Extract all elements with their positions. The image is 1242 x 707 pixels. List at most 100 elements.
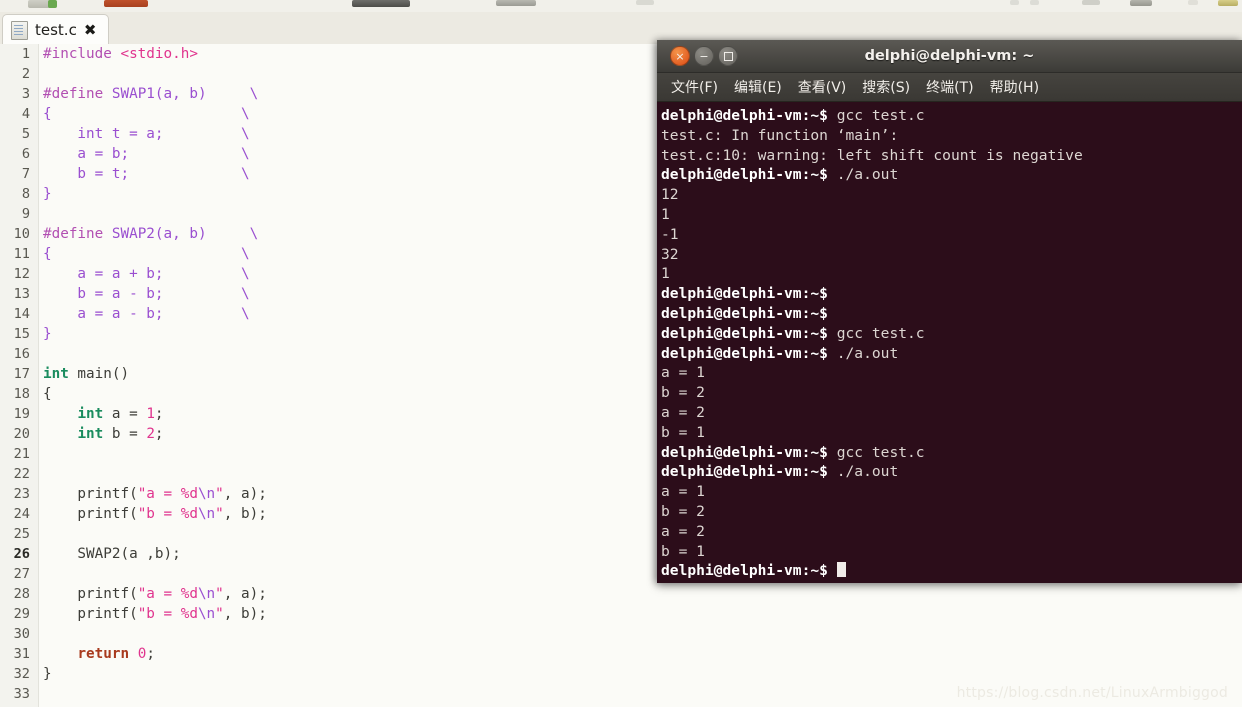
c-source-file-icon bbox=[11, 20, 28, 40]
code-token: , a); bbox=[223, 486, 267, 502]
terminal-menu-item-4[interactable]: 终端(T) bbox=[918, 75, 981, 99]
terminal-line: 32 bbox=[661, 245, 1242, 265]
terminal-line: delphi@delphi-vm:~$ gcc test.c bbox=[661, 324, 1242, 344]
code-token: #include bbox=[43, 46, 121, 62]
terminal-line: b = 1 bbox=[661, 423, 1242, 443]
code-token: , b); bbox=[223, 606, 267, 622]
code-token: SWAP2(a ,b); bbox=[43, 546, 181, 562]
paste-icon[interactable] bbox=[1082, 0, 1100, 5]
code-text: { \ bbox=[43, 244, 250, 264]
code-token: \n bbox=[197, 486, 216, 502]
code-token: " bbox=[215, 486, 224, 502]
minimize-window-icon[interactable]: − bbox=[694, 46, 714, 66]
code-token: <stdio.h> bbox=[120, 46, 198, 62]
line-number: 30 bbox=[13, 626, 30, 642]
code-text: b = a - b; \ bbox=[43, 284, 250, 304]
build-icon[interactable] bbox=[1218, 0, 1238, 6]
code-token: { bbox=[43, 386, 52, 402]
code-token: } bbox=[43, 666, 52, 682]
code-token: #define bbox=[43, 226, 112, 242]
code-text: } bbox=[43, 664, 52, 684]
redo-icon[interactable] bbox=[636, 0, 654, 5]
code-token: " bbox=[215, 506, 224, 522]
code-token: b = bbox=[103, 426, 147, 442]
terminal-text: ./a.out bbox=[827, 463, 899, 481]
terminal-text: gcc test.c bbox=[827, 107, 925, 124]
code-line[interactable]: 31 return 0; bbox=[0, 644, 1242, 664]
line-number: 32 bbox=[13, 666, 30, 682]
tab-test-c[interactable]: test.c ✖ bbox=[2, 14, 110, 45]
code-token: \n bbox=[197, 586, 216, 602]
terminal-menu-item-1[interactable]: 编辑(E) bbox=[726, 75, 790, 99]
terminal-cursor bbox=[836, 562, 846, 578]
code-token: main() bbox=[68, 366, 130, 382]
find-icon[interactable] bbox=[1130, 0, 1152, 6]
code-token: a = bbox=[103, 406, 147, 422]
code-text: b = t; \ bbox=[43, 164, 249, 184]
code-line[interactable]: 28 printf("a = %d\n", a); bbox=[0, 584, 1242, 604]
code-token: int bbox=[43, 366, 69, 382]
terminal-menubar[interactable]: 文件(F) 编辑(E) 查看(V) 搜索(S) 终端(T) 帮助(H) bbox=[657, 73, 1242, 102]
terminal-line: delphi@delphi-vm:~$ gcc test.c bbox=[661, 443, 1242, 463]
code-token: "b = %d bbox=[137, 606, 198, 622]
line-number: 16 bbox=[13, 346, 30, 362]
save-icon[interactable] bbox=[104, 0, 148, 7]
cut-icon[interactable] bbox=[1010, 0, 1019, 5]
line-number: 12 bbox=[13, 266, 30, 282]
tab-label: test.c bbox=[35, 21, 77, 39]
code-token: a = a - b; \ bbox=[43, 306, 250, 322]
terminal-text: a = 1 bbox=[661, 364, 705, 382]
shell-prompt: delphi@delphi-vm:~$ bbox=[661, 463, 828, 481]
line-number: 1 bbox=[21, 46, 30, 62]
code-token: b = a - b; \ bbox=[43, 286, 250, 302]
line-number: 33 bbox=[13, 686, 30, 702]
undo-icon[interactable] bbox=[496, 0, 536, 6]
code-line[interactable]: 30 bbox=[0, 624, 1242, 644]
code-token: printf( bbox=[43, 586, 138, 602]
terminal-titlebar[interactable]: × − delphi@delphi-vm: ~ bbox=[657, 40, 1242, 73]
code-token: } bbox=[43, 186, 52, 202]
line-number: 8 bbox=[21, 186, 30, 202]
code-token: ; bbox=[146, 646, 155, 662]
terminal-line: b = 2 bbox=[661, 383, 1242, 403]
code-token: SWAP2(a, b) \ bbox=[111, 226, 259, 242]
terminal-line: delphi@delphi-vm:~$ ./a.out bbox=[661, 165, 1242, 185]
terminal-output[interactable]: delphi@delphi-vm:~$ gcc test.c test.c: In… bbox=[657, 102, 1242, 583]
code-token: " bbox=[215, 586, 224, 602]
window-buttons[interactable]: × − bbox=[670, 46, 738, 66]
terminal-line: delphi@delphi-vm:~$ ./a.out bbox=[661, 462, 1242, 482]
close-window-icon[interactable]: × bbox=[670, 46, 690, 66]
copy-icon[interactable] bbox=[1030, 0, 1039, 5]
terminal-menu-item-0[interactable]: 文件(F) bbox=[663, 75, 726, 99]
terminal-text: 12 bbox=[661, 186, 679, 204]
shell-prompt: delphi@delphi-vm:~$ bbox=[661, 304, 828, 322]
terminal-text: a = 2 bbox=[661, 522, 705, 540]
terminal-text: 32 bbox=[661, 245, 679, 263]
print-icon[interactable] bbox=[352, 0, 410, 7]
line-number: 26 bbox=[13, 546, 30, 562]
shell-prompt: delphi@delphi-vm:~$ bbox=[661, 344, 828, 362]
terminal-window[interactable]: × − delphi@delphi-vm: ~ 文件(F) 编辑(E) 查看(V) 搜… bbox=[657, 40, 1242, 583]
terminal-text: gcc test.c bbox=[827, 443, 925, 461]
terminal-text: gcc test.c bbox=[827, 324, 925, 342]
terminal-line: a = 1 bbox=[661, 363, 1242, 383]
line-number: 6 bbox=[21, 146, 30, 162]
line-number: 2 bbox=[21, 66, 30, 82]
terminal-line: -1 bbox=[661, 225, 1242, 245]
code-line[interactable]: 29 printf("b = %d\n", b); bbox=[0, 604, 1242, 624]
code-token: \n bbox=[197, 506, 216, 522]
terminal-menu-item-2[interactable]: 查看(V) bbox=[790, 75, 855, 99]
terminal-line: b = 2 bbox=[661, 502, 1242, 522]
code-line[interactable]: 32} bbox=[0, 664, 1242, 684]
terminal-menu-item-5[interactable]: 帮助(H) bbox=[982, 75, 1047, 99]
code-token: " bbox=[215, 606, 224, 622]
maximize-window-icon[interactable] bbox=[718, 46, 738, 66]
code-text: printf("b = %d\n", b); bbox=[43, 504, 266, 524]
terminal-menu-item-3[interactable]: 搜索(S) bbox=[854, 75, 918, 99]
code-token: 1 bbox=[146, 406, 155, 422]
close-icon[interactable]: ✖ bbox=[84, 22, 97, 38]
replace-icon[interactable] bbox=[1188, 0, 1198, 5]
line-number: 15 bbox=[13, 326, 30, 342]
code-text: { \ bbox=[43, 104, 250, 124]
